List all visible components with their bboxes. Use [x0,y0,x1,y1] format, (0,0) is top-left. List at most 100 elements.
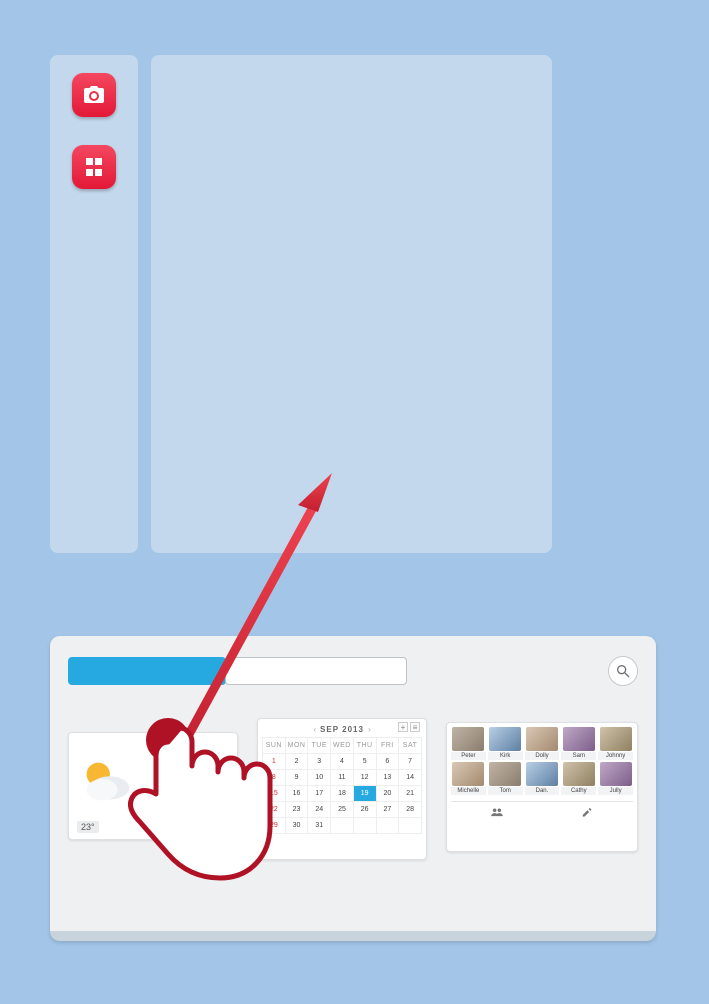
cal-cell[interactable]: 1 [263,754,286,770]
contact-name: Cathy [561,787,596,795]
calendar-widget[interactable]: ‹ SEP 2013 › + ≡ SUN MON TUE WED THU FRI… [257,718,427,860]
widget-tab-inactive[interactable] [225,657,407,685]
cal-cell[interactable]: 22 [263,802,286,818]
contact-item[interactable]: Dan. [525,762,560,795]
widget-drop-target[interactable] [151,55,552,553]
cal-cell[interactable]: 20 [376,786,399,802]
cal-cell[interactable]: 23 [285,802,308,818]
cal-cell[interactable]: 17 [308,786,331,802]
avatar [600,762,632,786]
cal-day-head: SAT [399,738,422,754]
app-dock-sidebar [50,55,138,553]
avatar [563,727,595,751]
cal-cell[interactable] [399,818,422,834]
camera-app-icon[interactable] [72,73,116,117]
widget-picker-panel: 23° 9:10 WED ‹ SEP 2013 › + ≡ SUN MON TU… [50,636,656,941]
cal-day-head: TUE [308,738,331,754]
cal-cell[interactable] [353,818,376,834]
widget-picker-header [68,656,638,686]
contact-item[interactable]: Peter [451,727,486,760]
weather-clock-widget[interactable]: 23° 9:10 WED [68,732,238,840]
cal-cell[interactable]: 4 [331,754,354,770]
cal-cell[interactable]: 13 [376,770,399,786]
contact-item[interactable]: Jully [598,762,633,795]
contact-item[interactable]: Tom [488,762,523,795]
contact-name: Dolly [525,752,560,760]
calculator-icon [82,155,106,179]
search-icon [615,663,631,679]
cal-day-head: WED [331,738,354,754]
cal-day-head: FRI [376,738,399,754]
cal-cell[interactable] [376,818,399,834]
cal-cell[interactable]: 26 [353,802,376,818]
clock-time: 9:10 [173,757,227,791]
calendar-next-icon[interactable]: › [368,725,371,734]
widget-search-button[interactable] [608,656,638,686]
cal-cell[interactable]: 7 [399,754,422,770]
cal-cell[interactable]: 24 [308,802,331,818]
contact-name: Dan. [525,787,560,795]
cal-cell[interactable]: 8 [263,770,286,786]
cal-cell[interactable]: 5 [353,754,376,770]
cal-cell[interactable]: 16 [285,786,308,802]
cal-cell[interactable]: 28 [399,802,422,818]
cal-cell[interactable] [331,818,354,834]
avatar [489,762,521,786]
contacts-grid: Peter Kirk Dolly Sam Johnny Michelle Tom… [451,727,633,795]
avatar [526,762,558,786]
cal-cell[interactable]: 10 [308,770,331,786]
cal-cell[interactable]: 3 [308,754,331,770]
cal-cell[interactable]: 18 [331,786,354,802]
contact-item[interactable]: Michelle [451,762,486,795]
cal-cell[interactable]: 21 [399,786,422,802]
avatar [452,727,484,751]
contact-name: Tom [488,787,523,795]
cal-cell[interactable]: 27 [376,802,399,818]
contact-name: Jully [598,787,633,795]
contact-name: Sam [561,752,596,760]
cal-cell[interactable]: 31 [308,818,331,834]
widget-list: 23° 9:10 WED ‹ SEP 2013 › + ≡ SUN MON TU… [68,718,638,878]
contact-name: Kirk [488,752,523,760]
cal-cell[interactable]: 25 [331,802,354,818]
cal-cell[interactable]: 2 [285,754,308,770]
calendar-prev-icon[interactable]: ‹ [313,725,316,734]
cal-cell[interactable]: 29 [263,818,286,834]
gear-icon [217,819,231,833]
widget-tab-active[interactable] [68,657,226,685]
avatar [600,727,632,751]
cal-cell[interactable]: 14 [399,770,422,786]
avatar [489,727,521,751]
cal-cell[interactable]: 6 [376,754,399,770]
calendar-grid: SUN MON TUE WED THU FRI SAT 1 2 3 4 5 6 … [262,737,422,834]
contact-item[interactable]: Johnny [598,727,633,760]
contact-item[interactable]: Sam [561,727,596,760]
avatar [452,762,484,786]
calendar-list-icon[interactable]: ≡ [410,722,420,732]
contact-item[interactable]: Kirk [488,727,523,760]
cal-cell[interactable]: 15 [263,786,286,802]
cal-day-head: SUN [263,738,286,754]
contact-name: Johnny [598,752,633,760]
cal-day-head: MON [285,738,308,754]
cal-cell[interactable]: 30 [285,818,308,834]
calculator-app-icon[interactable] [72,145,116,189]
calendar-month-label: SEP 2013 [320,725,364,734]
contacts-edit-icon[interactable] [581,806,595,818]
cal-cell[interactable]: 12 [353,770,376,786]
cal-cell[interactable]: 9 [285,770,308,786]
avatar [526,727,558,751]
contact-name: Peter [451,752,486,760]
weather-temp: 23° [77,821,99,833]
avatar [563,762,595,786]
weather-icon [75,751,137,813]
cal-cell[interactable]: 11 [331,770,354,786]
contact-item[interactable]: Cathy [561,762,596,795]
contact-name: Michelle [451,787,486,795]
calendar-add-icon[interactable]: + [398,722,408,732]
contacts-widget[interactable]: Peter Kirk Dolly Sam Johnny Michelle Tom… [446,722,638,852]
camera-icon [82,83,106,107]
contact-item[interactable]: Dolly [525,727,560,760]
contacts-group-icon[interactable] [490,806,504,818]
cal-cell-selected[interactable]: 19 [353,786,376,802]
